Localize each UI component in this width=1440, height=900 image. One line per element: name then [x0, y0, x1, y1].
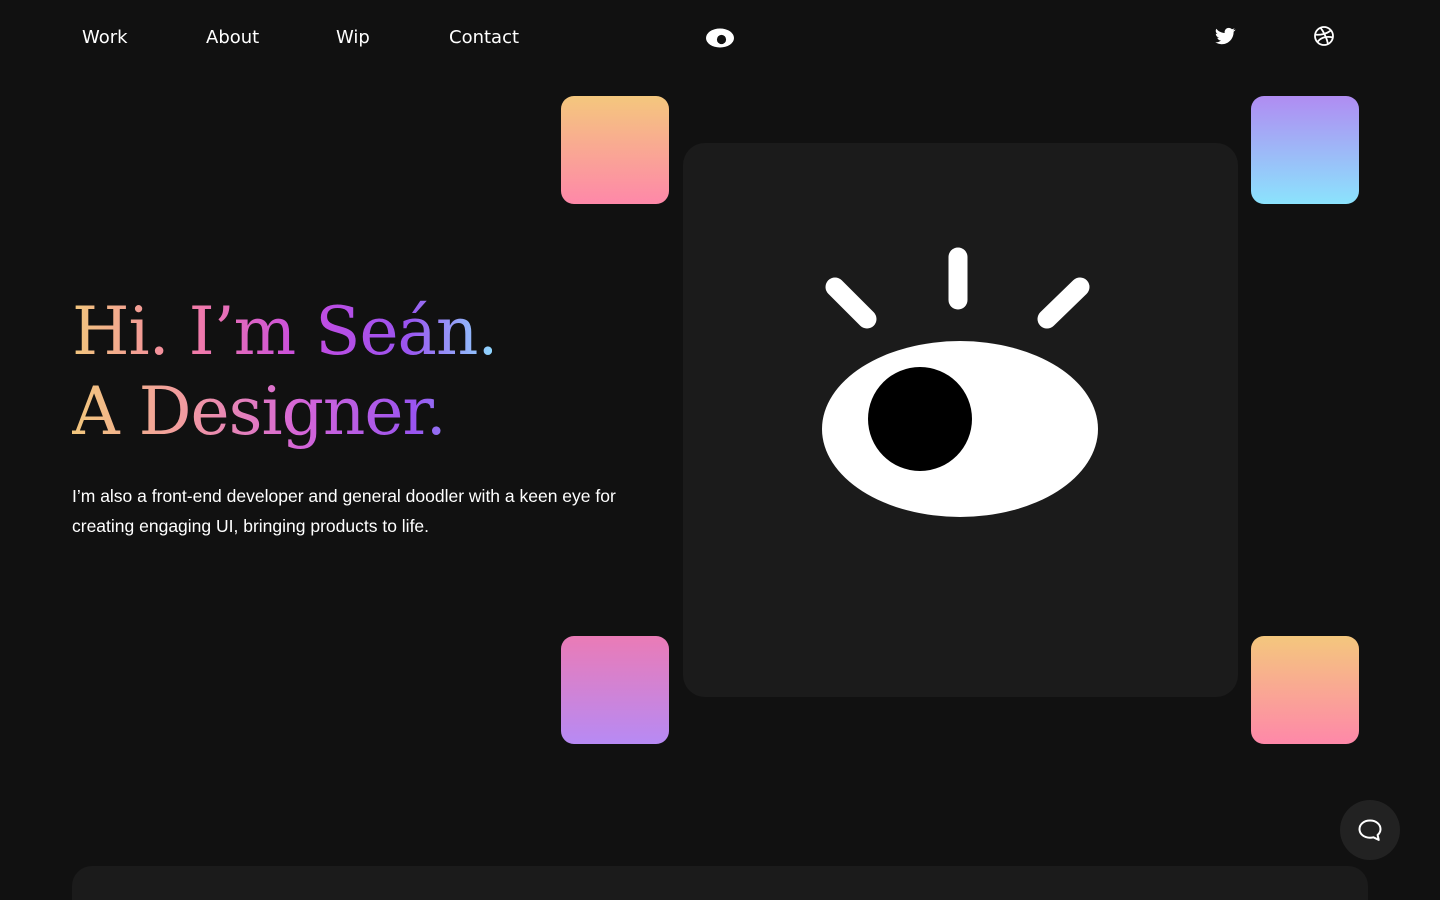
twitter-icon[interactable]: [1213, 24, 1237, 48]
gradient-tile-bottom-left: [561, 636, 669, 744]
dribbble-icon[interactable]: [1312, 24, 1336, 48]
next-section-panel: [72, 866, 1368, 900]
nav-link-about[interactable]: About: [206, 26, 259, 50]
eye-illustration: [822, 247, 1098, 517]
chat-button[interactable]: [1340, 800, 1400, 860]
nav-link-work[interactable]: Work: [82, 26, 128, 50]
chat-bubble-icon: [1358, 819, 1382, 841]
headline-line-1: Hi. I’m Seán.: [72, 293, 498, 370]
intro-paragraph: I’m also a front-end developer and gener…: [72, 486, 616, 536]
gradient-tile-bottom-right: [1251, 636, 1359, 744]
eye-illustration-card: [683, 143, 1238, 697]
nav-link-wip[interactable]: Wip: [336, 26, 370, 50]
gradient-tile-top-right: [1251, 96, 1359, 204]
page: Work About Wip Contact Hi. I’m Seán. A D…: [0, 0, 1440, 900]
gradient-tile-top-left: [561, 96, 669, 204]
hero-headline: Hi. I’m Seán. A Designer.: [72, 292, 498, 452]
headline-line-2: A Designer.: [72, 372, 452, 452]
eye-icon[interactable]: [704, 27, 736, 49]
nav-link-contact[interactable]: Contact: [449, 26, 519, 50]
